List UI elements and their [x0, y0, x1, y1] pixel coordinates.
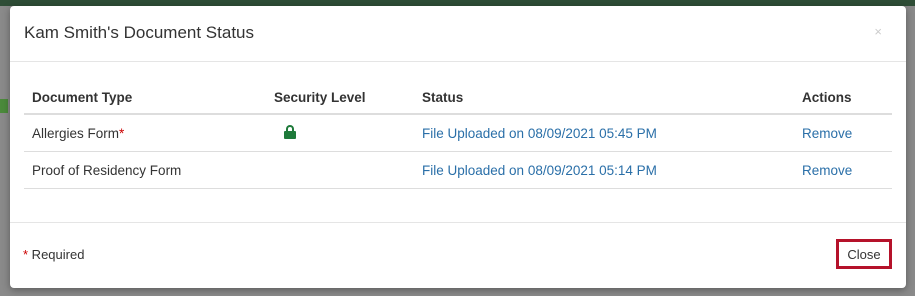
remove-link[interactable]: Remove: [802, 126, 852, 141]
required-text: Required: [28, 247, 85, 262]
document-status-modal: Kam Smith's Document Status × Document T…: [10, 6, 906, 288]
table-row: Allergies Form* File Uploaded on 08/09/2…: [24, 114, 892, 152]
modal-header: Kam Smith's Document Status ×: [10, 6, 906, 62]
header-actions: Actions: [794, 81, 892, 115]
modal-footer: * Required Close: [10, 222, 906, 289]
document-type-label: Allergies Form: [32, 125, 120, 141]
action-cell: Remove: [794, 151, 892, 189]
status-cell: File Uploaded on 08/09/2021 05:45 PM: [414, 114, 794, 152]
header-security-level: Security Level: [266, 81, 414, 115]
remove-link[interactable]: Remove: [802, 163, 852, 178]
document-type-cell: Proof of Residency Form: [24, 151, 266, 189]
document-type-cell: Allergies Form*: [24, 114, 266, 152]
required-note: * Required: [23, 247, 84, 262]
security-level-cell: [266, 151, 414, 189]
background-badge: [0, 99, 8, 113]
close-icon[interactable]: ×: [874, 24, 882, 39]
status-link[interactable]: File Uploaded on 08/09/2021 05:45 PM: [422, 126, 657, 141]
header-document-type: Document Type: [24, 81, 266, 115]
header-status: Status: [414, 81, 794, 115]
modal-title: Kam Smith's Document Status: [24, 23, 254, 42]
security-level-cell: [266, 114, 414, 152]
close-button[interactable]: Close: [836, 239, 892, 269]
status-cell: File Uploaded on 08/09/2021 05:14 PM: [414, 151, 794, 189]
document-type-label: Proof of Residency Form: [32, 162, 182, 178]
status-link[interactable]: File Uploaded on 08/09/2021 05:14 PM: [422, 163, 657, 178]
required-mark: *: [119, 125, 125, 141]
table-row: Proof of Residency Form File Uploaded on…: [24, 151, 892, 189]
action-cell: Remove: [794, 114, 892, 152]
table-header-row: Document Type Security Level Status Acti…: [24, 81, 892, 115]
document-table: Document Type Security Level Status Acti…: [24, 81, 892, 189]
lock-icon: [284, 124, 296, 142]
